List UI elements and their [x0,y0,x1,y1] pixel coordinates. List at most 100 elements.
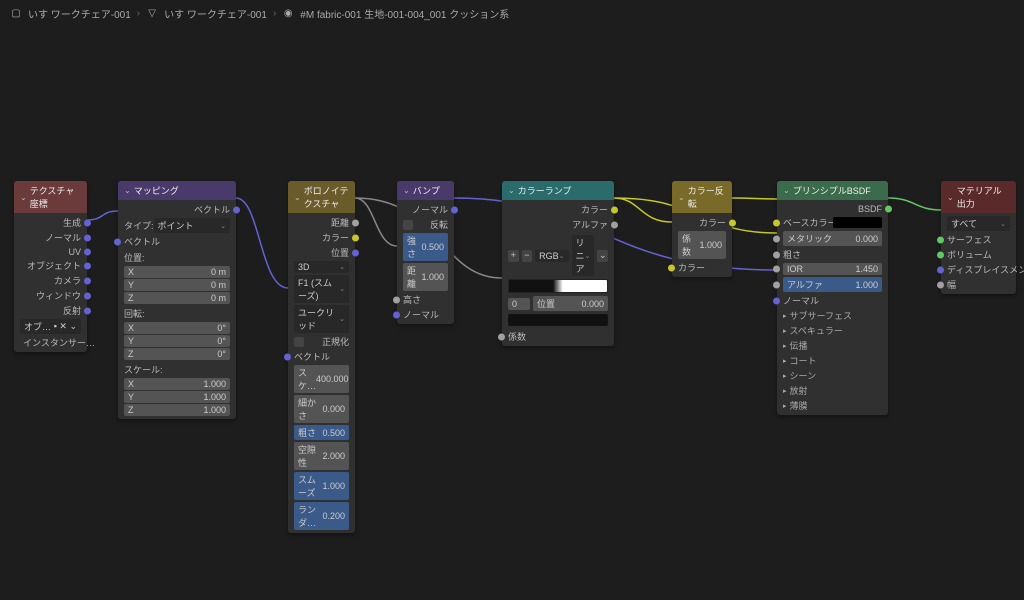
target-dropdown[interactable]: すべて⌄ [947,216,1010,231]
socket-out[interactable] [352,219,359,226]
value-ior[interactable]: IOR1.450 [783,263,882,275]
chevron-down-icon: ⌄ [403,186,410,195]
section-subsurface[interactable]: ▸サブサーフェス [777,308,888,323]
socket-in[interactable] [937,281,944,288]
socket-out[interactable] [84,219,91,226]
breadcrumb-item[interactable]: いす ワークチェア-001 [28,6,131,21]
section-thinfilm[interactable]: ▸薄膜 [777,398,888,413]
value-metallic[interactable]: メタリック0.000 [783,231,882,246]
value-detail[interactable]: 細かさ0.000 [294,395,349,423]
socket-in[interactable] [773,219,780,226]
color-ramp-gradient[interactable] [508,279,608,293]
ramp-remove-button[interactable]: − [522,250,533,262]
color-swatch[interactable] [833,217,882,228]
socket-out[interactable] [84,292,91,299]
value-lacunarity[interactable]: 空隙性2.000 [294,442,349,470]
node-graph[interactable]: ⌄テクスチャ座標 生成 ノーマル UV オブジェクト カメラ ウィンドウ 反射 … [0,24,1024,576]
chevron-right-icon: › [137,8,140,19]
socket-out[interactable] [611,221,618,228]
value-smoothness[interactable]: スムーズ1.000 [294,472,349,500]
node-invert-color[interactable]: ⌄カラー反転 カラー 係数1.000 カラー [672,181,732,277]
ramp-color-swatch[interactable] [508,314,608,326]
dim-dropdown[interactable]: 3D⌄ [294,261,349,273]
node-material-output[interactable]: ⌄マテリアル出力 すべて⌄ サーフェス ボリューム ディスプレイスメント 幅 [941,181,1016,294]
value-scale[interactable]: スケ…400.000 [294,365,349,393]
ramp-index[interactable]: 0 [508,298,530,310]
type-dropdown[interactable]: ポイント⌄ [154,218,230,233]
value-y[interactable]: Y0 m [124,279,230,291]
node-header[interactable]: ⌄カラーランプ [502,181,614,200]
socket-out[interactable] [84,307,91,314]
socket-out[interactable] [611,206,618,213]
section-specular[interactable]: ▸スペキュラー [777,323,888,338]
section-sheen[interactable]: ▸シーン [777,368,888,383]
value-fac[interactable]: 係数1.000 [678,231,726,259]
ramp-add-button[interactable]: + [508,250,519,262]
section-coat[interactable]: ▸コート [777,353,888,368]
socket-in[interactable] [773,266,780,273]
object-picker[interactable]: オブ…▪ ✕ ⌄ [20,319,81,334]
socket-out[interactable] [352,249,359,256]
socket-in[interactable] [937,266,944,273]
value-randomness[interactable]: ランダ…0.200 [294,502,349,530]
socket-in[interactable] [498,333,505,340]
value-x[interactable]: X0 m [124,266,230,278]
value-z[interactable]: Z0 m [124,292,230,304]
checkbox-normalize[interactable] [294,337,304,347]
value-alpha[interactable]: アルファ1.000 [783,277,882,292]
node-header[interactable]: ⌄バンプ [397,181,454,200]
ramp-mode-dropdown[interactable]: RGB⌄ [535,250,568,262]
socket-in[interactable] [773,251,780,258]
value-y[interactable]: Y1.000 [124,391,230,403]
socket-out[interactable] [352,234,359,241]
node-header[interactable]: ⌄マテリアル出力 [941,181,1016,213]
node-bump[interactable]: ⌄バンプ ノーマル 反転 強さ0.500 距離1.000 高さ ノーマル [397,181,454,324]
ramp-position[interactable]: 位置0.000 [533,296,608,311]
node-header[interactable]: ⌄プリンシプルBSDF [777,181,888,200]
socket-out[interactable] [233,206,240,213]
section-emission[interactable]: ▸放射 [777,383,888,398]
socket-out[interactable] [729,219,736,226]
node-header[interactable]: ⌄マッピング [118,181,236,200]
socket-in[interactable] [284,353,291,360]
metric-dropdown[interactable]: ユークリッド⌄ [294,305,349,333]
socket-out[interactable] [84,262,91,269]
ramp-menu-button[interactable]: ⌄ [597,250,608,262]
socket-in[interactable] [773,235,780,242]
socket-out[interactable] [84,234,91,241]
ramp-interp-dropdown[interactable]: リニア⌄ [572,235,595,276]
node-texture-coordinate[interactable]: ⌄テクスチャ座標 生成 ノーマル UV オブジェクト カメラ ウィンドウ 反射 … [14,181,87,352]
socket-in[interactable] [393,311,400,318]
breadcrumb-item[interactable]: いす ワークチェア-001 [164,6,267,21]
socket-out[interactable] [451,206,458,213]
checkbox-invert[interactable] [403,220,413,230]
node-header[interactable]: ⌄テクスチャ座標 [14,181,87,213]
socket-in[interactable] [114,238,121,245]
socket-in[interactable] [773,297,780,304]
node-voronoi-texture[interactable]: ⌄ボロノイテクスチャ 距離 カラー 位置 3D⌄ F1 (スムーズ)⌄ ユークリ… [288,181,355,533]
socket-in[interactable] [773,281,780,288]
value-distance[interactable]: 距離1.000 [403,263,448,291]
value-x[interactable]: X1.000 [124,378,230,390]
node-color-ramp[interactable]: ⌄カラーランプ カラー アルファ + − RGB⌄ リニア⌄ ⌄ 0 位置0.0… [502,181,614,346]
socket-in[interactable] [937,236,944,243]
node-header[interactable]: ⌄カラー反転 [672,181,732,213]
value-roughness[interactable]: 粗さ0.500 [294,425,349,440]
section-transmission[interactable]: ▸伝播 [777,338,888,353]
socket-in[interactable] [393,296,400,303]
node-header[interactable]: ⌄ボロノイテクスチャ [288,181,355,213]
value-x[interactable]: X0° [124,322,230,334]
breadcrumb-item[interactable]: #M fabric-001 生地-001-004_001 クッション系 [300,6,509,21]
node-mapping[interactable]: ⌄マッピング ベクトル タイプ:ポイント⌄ ベクトル 位置: X0 m Y0 m… [118,181,236,419]
socket-out[interactable] [84,277,91,284]
feature-dropdown[interactable]: F1 (スムーズ)⌄ [294,275,349,303]
value-z[interactable]: Z1.000 [124,404,230,416]
value-z[interactable]: Z0° [124,348,230,360]
socket-out[interactable] [84,248,91,255]
value-y[interactable]: Y0° [124,335,230,347]
socket-in[interactable] [937,251,944,258]
value-strength[interactable]: 強さ0.500 [403,233,448,261]
socket-in[interactable] [668,264,675,271]
socket-out[interactable] [885,205,892,212]
node-principled-bsdf[interactable]: ⌄プリンシプルBSDF BSDF ベースカラー メタリック0.000 粗さ IO… [777,181,888,415]
